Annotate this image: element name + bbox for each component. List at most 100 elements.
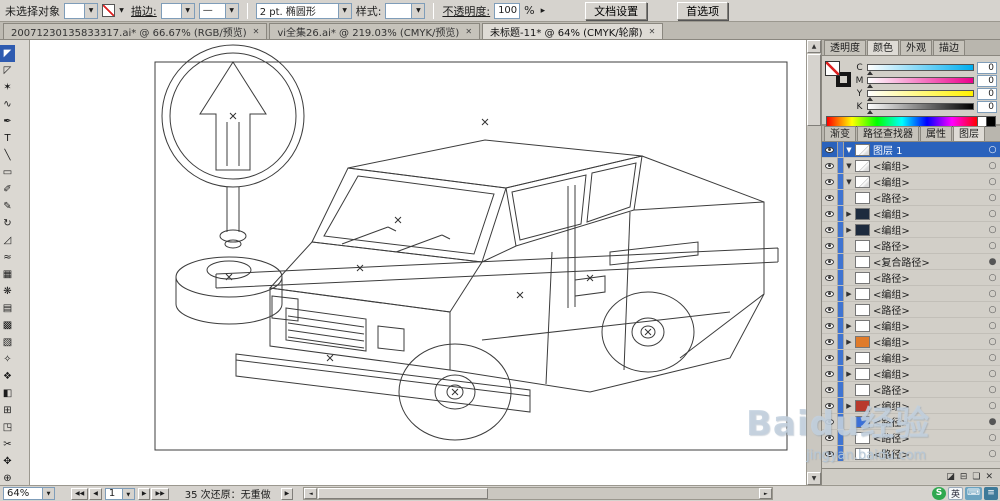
target-circle-icon[interactable]: ○ [985, 337, 1000, 347]
target-circle-icon[interactable]: ○ [985, 449, 1000, 459]
layer-thumbnail[interactable] [855, 415, 870, 428]
horizontal-scrollbar-thumb[interactable] [318, 488, 489, 499]
layer-thumbnail[interactable] [855, 383, 870, 396]
scroll-down-icon[interactable]: ▼ [807, 472, 821, 485]
channel-value-input[interactable]: 0 [977, 74, 997, 87]
layer-row[interactable]: ▶ <编组> ○ [822, 286, 1000, 302]
expand-triangle-icon[interactable]: ▶ [844, 354, 854, 362]
vertical-scrollbar-thumb[interactable] [807, 54, 821, 126]
magic-wand-tool[interactable]: ✶ [0, 79, 15, 96]
opacity-options-icon[interactable]: ▸ [539, 6, 548, 16]
mesh-tool[interactable]: ▩ [0, 317, 15, 334]
expand-triangle-icon[interactable]: ▶ [844, 322, 854, 330]
previous-page-button[interactable]: ◀ [89, 487, 102, 500]
layer-row[interactable]: ▶ <编组> ○ [822, 350, 1000, 366]
layer-thumbnail[interactable] [855, 239, 870, 252]
lasso-tool[interactable]: ∿ [0, 96, 15, 113]
blend-tool[interactable]: ❖ [0, 368, 15, 385]
layer-name[interactable]: <编组> [873, 366, 985, 381]
layer-row[interactable]: <复合路径> ● [822, 254, 1000, 270]
rectangle-tool[interactable]: ▭ [0, 164, 15, 181]
layer-name[interactable]: 图层 1 [873, 142, 985, 157]
horizontal-scrollbar[interactable]: ◄ ► [303, 487, 774, 500]
visibility-toggle[interactable] [822, 254, 838, 269]
hand-tool[interactable]: ✥ [0, 453, 15, 470]
target-circle-icon[interactable]: ○ [985, 321, 1000, 331]
target-circle-icon[interactable]: ○ [985, 369, 1000, 379]
layer-row[interactable]: <路径> ○ [822, 446, 1000, 462]
visibility-toggle[interactable] [822, 318, 838, 333]
symbol-sprayer-tool[interactable]: ❋ [0, 283, 15, 300]
selection-tool[interactable]: ◤ [0, 45, 15, 62]
slider-knob-icon[interactable] [867, 71, 873, 75]
visibility-toggle[interactable] [822, 398, 838, 413]
visibility-toggle[interactable] [822, 446, 838, 461]
layer-name[interactable]: <编组> [873, 206, 985, 221]
keyboard-icon[interactable]: ⌨ [965, 486, 982, 500]
vertical-scrollbar[interactable]: ▲ ▼ [806, 40, 821, 485]
layer-thumbnail[interactable] [855, 399, 870, 412]
pen-tool[interactable]: ✒ [0, 113, 15, 130]
layer-thumbnail[interactable] [855, 431, 870, 444]
scale-tool[interactable]: ◿ [0, 232, 15, 249]
make-clipping-mask-icon[interactable]: ◪ [946, 472, 955, 482]
target-circle-icon[interactable]: ● [985, 417, 1000, 427]
warp-tool[interactable]: ≈ [0, 249, 15, 266]
channel-value-input[interactable]: 0 [977, 61, 997, 74]
rotate-tool[interactable]: ↻ [0, 215, 15, 232]
layer-name[interactable]: <路径> [873, 382, 985, 397]
status-expand-icon[interactable]: ▶ [280, 487, 294, 500]
layer-name[interactable]: <编组> [873, 222, 985, 237]
layer-name[interactable]: <编组> [873, 350, 985, 365]
layer-row[interactable]: <路径> ○ [822, 382, 1000, 398]
target-circle-icon[interactable]: ○ [985, 209, 1000, 219]
sogou-logo-icon[interactable]: S [931, 486, 946, 500]
layer-name[interactable]: <编组> [873, 398, 985, 413]
layer-row[interactable]: ▶ <编组> ○ [822, 366, 1000, 382]
brush-definition-select[interactable]: 2 pt. 椭圆形 ▼ [255, 2, 352, 19]
graph-tool[interactable]: ▤ [0, 300, 15, 317]
visibility-toggle[interactable] [822, 174, 838, 189]
visibility-toggle[interactable] [822, 222, 838, 237]
visibility-toggle[interactable] [822, 414, 838, 429]
channel-slider[interactable] [867, 90, 974, 101]
panel-tab[interactable]: 透明度 [824, 40, 866, 55]
target-circle-icon[interactable]: ○ [985, 289, 1000, 299]
layer-name[interactable]: <路径> [873, 270, 985, 285]
crop-area-tool[interactable]: ◳ [0, 419, 15, 436]
expand-triangle-icon[interactable]: ▶ [844, 370, 854, 378]
variable-options-select[interactable]: ▼ [64, 2, 98, 19]
layer-name[interactable]: <编组> [873, 334, 985, 349]
channel-value-input[interactable]: 0 [977, 87, 997, 100]
layer-name[interactable]: <路径> [873, 190, 985, 205]
zoom-select[interactable]: 64% ▼ [3, 487, 55, 500]
target-circle-icon[interactable]: ○ [985, 161, 1000, 171]
panel-tab[interactable]: 描边 [933, 40, 965, 55]
visibility-toggle[interactable] [822, 270, 838, 285]
visibility-toggle[interactable] [822, 286, 838, 301]
layer-row[interactable]: ▼ <编组> ○ [822, 174, 1000, 190]
preferences-button[interactable]: 首选项 [677, 1, 729, 20]
target-circle-icon[interactable]: ○ [985, 273, 1000, 283]
free-transform-tool[interactable]: ▦ [0, 266, 15, 283]
target-circle-icon[interactable]: ○ [985, 177, 1000, 187]
document-tab[interactable]: 未标题-11* @ 64% (CMYK/轮廓) ✕ [482, 23, 664, 39]
layer-thumbnail[interactable] [855, 175, 870, 188]
layer-thumbnail[interactable] [855, 303, 870, 316]
slice-tool[interactable]: ✂ [0, 436, 15, 453]
stroke-weight-select[interactable]: ▼ [160, 2, 195, 19]
layer-thumbnail[interactable] [855, 367, 870, 380]
slider-knob-icon[interactable] [867, 97, 873, 101]
layer-thumbnail[interactable] [855, 271, 870, 284]
layer-row[interactable]: <路径> ○ [822, 238, 1000, 254]
visibility-toggle[interactable] [822, 430, 838, 445]
layer-thumbnail[interactable] [855, 159, 870, 172]
scroll-right-icon[interactable]: ► [759, 488, 773, 499]
layer-row[interactable]: ▶ <编组> ○ [822, 318, 1000, 334]
target-circle-icon[interactable]: ○ [985, 305, 1000, 315]
pencil-tool[interactable]: ✎ [0, 198, 15, 215]
language-indicator[interactable]: 英 [947, 486, 963, 500]
channel-slider[interactable] [867, 103, 974, 114]
close-tab-icon[interactable]: ✕ [649, 27, 656, 36]
zoom-tool[interactable]: ⊕ [0, 470, 15, 485]
